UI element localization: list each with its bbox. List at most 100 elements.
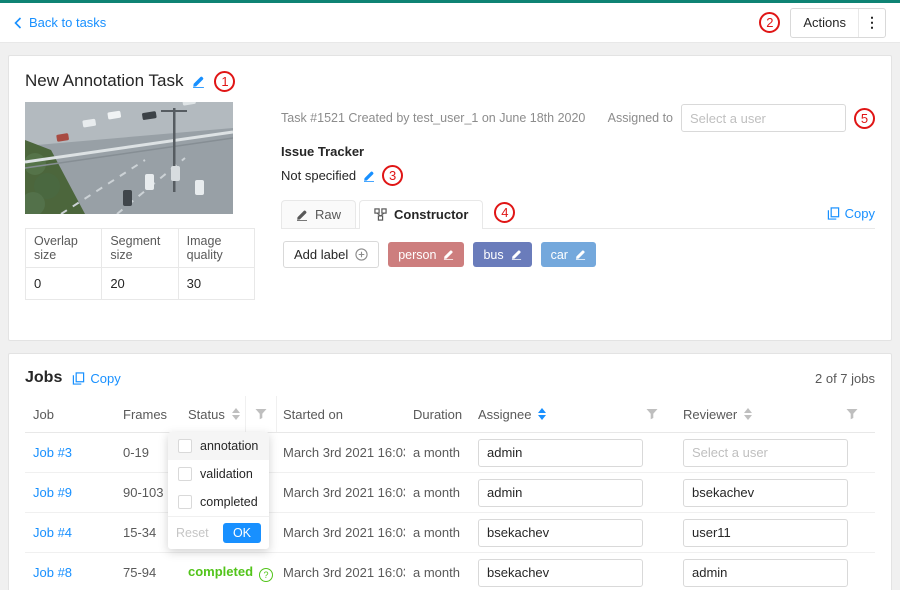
task-body: Overlap size Segment size Image quality … (25, 102, 875, 300)
status-completed-text: completed (188, 564, 253, 579)
task-preview-image (25, 102, 233, 214)
column-status: Status (180, 396, 275, 433)
assignee-filter-icon[interactable] (637, 396, 667, 432)
constructor-blocks-icon (374, 208, 387, 221)
reviewer-input[interactable] (683, 439, 848, 467)
jobs-card: Jobs Copy 2 of 7 jobs Job Frames (8, 353, 892, 590)
checkbox[interactable] (178, 439, 192, 453)
job-duration: a month (405, 433, 470, 473)
topbar-right: 2 Actions ⋮ (759, 8, 886, 38)
annotation-circle-1: 1 (214, 71, 235, 92)
label-chip-person[interactable]: person (388, 242, 464, 267)
copy-labels-label: Copy (845, 206, 875, 221)
reviewer-input[interactable] (683, 479, 848, 507)
assignee-sort-control[interactable] (538, 408, 546, 420)
job-duration: a month (405, 513, 470, 553)
job-link[interactable]: Job #4 (33, 525, 72, 540)
edit-label-icon[interactable] (511, 249, 522, 260)
filter-option-validation[interactable]: validation (168, 460, 269, 488)
assignee-input[interactable] (478, 479, 643, 507)
job-row-1: Job #3 0-19 March 3rd 2021 16:03 a month (25, 433, 875, 473)
edit-label-icon[interactable] (443, 249, 454, 260)
param-value-quality: 30 (178, 268, 254, 300)
assignee-input[interactable] (478, 559, 643, 587)
copy-icon (827, 207, 840, 220)
edit-issue-tracker-icon[interactable] (363, 170, 375, 182)
param-value-overlap: 0 (26, 268, 102, 300)
tab-constructor[interactable]: Constructor (359, 200, 483, 229)
task-right-column: Task #1521 Created by test_user_1 on Jun… (281, 102, 875, 300)
issue-tracker-section: Issue Tracker Not specified 3 (281, 144, 875, 186)
reviewer-sort-control[interactable] (744, 408, 752, 420)
task-assignee-input[interactable] (681, 104, 846, 132)
annotation-circle-5: 5 (854, 108, 875, 129)
actions-label: Actions (791, 15, 858, 30)
label-chip-car-text: car (551, 248, 568, 262)
labels-tabs: Raw Constructor 4 Copy (281, 200, 875, 229)
question-circle-icon[interactable]: ? (259, 568, 273, 582)
column-frames: Frames (115, 396, 180, 433)
issue-tracker-value: Not specified (281, 168, 356, 183)
tab-raw[interactable]: Raw (281, 200, 356, 228)
tab-raw-label: Raw (315, 207, 341, 222)
filter-option-annotation[interactable]: annotation (168, 432, 269, 460)
filter-dropdown-footer: Reset OK (168, 516, 269, 549)
assignee-input[interactable] (478, 519, 643, 547)
job-started: March 3rd 2021 16:03 (275, 473, 405, 513)
label-chip-car[interactable]: car (541, 242, 596, 267)
column-started-on: Started on (275, 396, 405, 433)
job-status: completed? (180, 553, 275, 590)
reviewer-input[interactable] (683, 559, 848, 587)
job-link[interactable]: Job #9 (33, 485, 72, 500)
sort-up-icon (232, 408, 240, 413)
issue-tracker-label: Issue Tracker (281, 144, 875, 159)
edit-title-icon[interactable] (192, 75, 205, 88)
job-row-2: Job #9 90-103 March 3rd 2021 16:03 a mon… (25, 473, 875, 513)
column-duration: Duration (405, 396, 470, 433)
copy-labels-link[interactable]: Copy (827, 206, 875, 228)
job-row-3: Job #4 15-34 March 3rd 2021 16:03 a mont… (25, 513, 875, 553)
sort-up-icon (744, 408, 752, 413)
sort-down-icon (744, 415, 752, 420)
tab-constructor-label: Constructor (394, 207, 468, 222)
reviewer-filter-icon[interactable] (837, 396, 867, 432)
actions-button[interactable]: Actions ⋮ (790, 8, 886, 38)
job-duration: a month (405, 473, 470, 513)
label-chip-bus[interactable]: bus (473, 242, 531, 267)
add-label-button[interactable]: Add label (283, 241, 379, 268)
assigned-to-label: Assigned to (608, 111, 673, 125)
edit-label-icon[interactable] (575, 249, 586, 260)
task-meta-row: Task #1521 Created by test_user_1 on Jun… (281, 104, 875, 132)
label-constructor-area: Add label person bus (281, 229, 875, 280)
assignee-input[interactable] (478, 439, 643, 467)
status-sort-control[interactable] (232, 408, 240, 420)
filter-reset-button[interactable]: Reset (176, 526, 209, 540)
task-title-row: New Annotation Task 1 (25, 68, 875, 94)
copy-jobs-link[interactable]: Copy (72, 371, 120, 386)
job-link[interactable]: Job #3 (33, 445, 72, 460)
checkbox[interactable] (178, 495, 192, 509)
sort-down-icon (232, 415, 240, 420)
topbar: Back to tasks 2 Actions ⋮ (0, 3, 900, 43)
jobs-count: 2 of 7 jobs (815, 371, 875, 386)
label-chip-person-text: person (398, 248, 436, 262)
sort-down-icon (538, 415, 546, 420)
back-label: Back to tasks (29, 15, 106, 30)
back-to-tasks-link[interactable]: Back to tasks (14, 15, 106, 30)
annotation-circle-2: 2 (759, 12, 780, 33)
job-duration: a month (405, 553, 470, 590)
checkbox[interactable] (178, 467, 192, 481)
job-link[interactable]: Job #8 (33, 565, 72, 580)
more-actions-icon[interactable]: ⋮ (859, 14, 885, 31)
reviewer-input[interactable] (683, 519, 848, 547)
filter-option-label: annotation (200, 439, 258, 453)
pencil-icon (296, 209, 308, 221)
annotation-circle-4: 4 (494, 202, 515, 223)
filter-ok-button[interactable]: OK (223, 523, 261, 543)
status-filter-icon[interactable] (245, 396, 277, 432)
param-header-overlap: Overlap size (26, 229, 102, 268)
filter-option-completed[interactable]: completed (168, 488, 269, 516)
task-details-card: New Annotation Task 1 (8, 55, 892, 341)
sort-up-icon (538, 408, 546, 413)
cvat-task-page: Back to tasks 2 Actions ⋮ New Annotation… (0, 0, 900, 590)
